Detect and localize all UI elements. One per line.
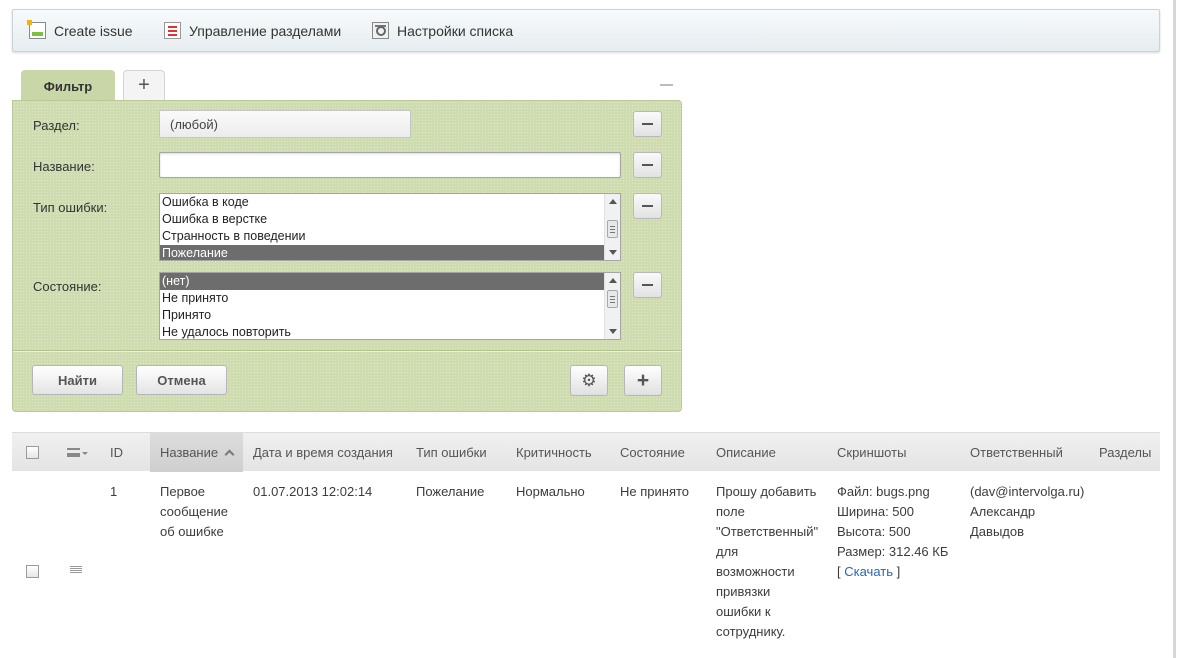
responsible-email: (dav@intervolga.ru) bbox=[970, 484, 1085, 499]
cell-name: Первое сообщение об ошибке bbox=[160, 482, 228, 542]
bug-type-label: Тип ошибки: bbox=[33, 200, 108, 215]
create-issue-button[interactable]: Create issue bbox=[27, 20, 133, 39]
list-settings-label: Настройки списка bbox=[397, 22, 514, 39]
column-header-responsible[interactable]: Ответственный bbox=[970, 433, 1063, 472]
cell-name-line: Первое bbox=[160, 484, 206, 499]
column-header-criticality[interactable]: Критичность bbox=[516, 433, 592, 472]
list-settings-button[interactable]: Настройки списка bbox=[372, 22, 513, 39]
manage-sections-button[interactable]: Управление разделами bbox=[164, 22, 341, 39]
remove-state-field-button[interactable] bbox=[633, 272, 662, 298]
state-label: Состояние: bbox=[33, 279, 102, 294]
cell-description-line: поле bbox=[716, 504, 745, 519]
cell-description-line: Прошу добавить bbox=[716, 484, 817, 499]
scroll-up-icon[interactable] bbox=[609, 199, 617, 204]
column-header-name-label: Название bbox=[160, 445, 219, 460]
column-header-state[interactable]: Состояние bbox=[620, 433, 685, 472]
column-header-name[interactable]: Название bbox=[150, 433, 243, 472]
remove-name-field-button[interactable] bbox=[633, 152, 662, 178]
list-option[interactable]: Не удалось повторить bbox=[160, 324, 604, 339]
screenshot-width: Ширина: 500 bbox=[837, 504, 914, 519]
responsible-last-name: Давыдов bbox=[970, 524, 1025, 539]
cell-description-line: для bbox=[716, 544, 739, 559]
list-option[interactable]: Ошибка в коде bbox=[160, 194, 604, 211]
cell-description-line: возможности bbox=[716, 564, 795, 579]
column-header-created[interactable]: Дата и время создания bbox=[253, 433, 393, 472]
cell-description-line: привязки bbox=[716, 584, 771, 599]
name-input[interactable] bbox=[159, 152, 621, 178]
section-select[interactable]: (любой) bbox=[159, 110, 411, 138]
collapse-filter-icon[interactable] bbox=[660, 84, 673, 86]
scrollbar[interactable] bbox=[604, 194, 620, 260]
cell-description-line: "Ответственный" bbox=[716, 524, 819, 539]
add-filter-field-button[interactable]: + bbox=[624, 365, 662, 396]
chevron-down-icon[interactable] bbox=[82, 452, 88, 455]
column-header-screenshots[interactable]: Скриншоты bbox=[837, 433, 906, 472]
cell-criticality: Нормально bbox=[516, 484, 585, 499]
cell-description-line: ошибки к bbox=[716, 604, 771, 619]
screenshot-height: Высота: 500 bbox=[837, 524, 911, 539]
filter-panel: Раздел: (любой) Название: Тип ошибки: Ош… bbox=[12, 100, 682, 412]
page-right-border bbox=[1173, 0, 1176, 658]
tab-filter[interactable]: Фильтр bbox=[21, 70, 115, 102]
gear-icon: ⚙ bbox=[581, 370, 597, 390]
manage-sections-label: Управление разделами bbox=[189, 22, 342, 39]
column-header-bug-type[interactable]: Тип ошибки bbox=[416, 433, 487, 472]
state-listbox[interactable]: (нет) Не принято Принято Не удалось повт… bbox=[159, 272, 621, 340]
cell-name-line: сообщение bbox=[160, 504, 229, 519]
row-actions-icon[interactable] bbox=[70, 566, 82, 575]
grid-header: ID Название Дата и время создания Тип ош… bbox=[12, 432, 1160, 472]
section-label: Раздел: bbox=[33, 118, 80, 133]
bug-type-listbox[interactable]: Ошибка в коде Ошибка в верстке Странност… bbox=[159, 193, 621, 261]
divider bbox=[13, 350, 681, 351]
list-settings-icon bbox=[372, 22, 389, 39]
responsible-first-name: Александр bbox=[970, 504, 1036, 519]
cell-screenshots: Файл: bugs.png Ширина: 500 Высота: 500 Р… bbox=[837, 482, 948, 582]
bracket-close: ] bbox=[892, 564, 901, 579]
cell-bug-type: Пожелание bbox=[416, 484, 485, 499]
row-checkbox[interactable] bbox=[26, 565, 39, 578]
screenshot-size: Размер: 312.46 КБ bbox=[837, 544, 949, 559]
cancel-button[interactable]: Отмена bbox=[136, 365, 227, 395]
remove-section-field-button[interactable] bbox=[633, 111, 662, 137]
scroll-thumb[interactable] bbox=[607, 290, 618, 308]
column-menu-icon[interactable] bbox=[67, 448, 80, 457]
column-header-description[interactable]: Описание bbox=[716, 433, 776, 472]
select-all-checkbox[interactable] bbox=[26, 446, 39, 459]
list-option[interactable]: Не принято bbox=[160, 290, 604, 307]
list-option[interactable]: Принято bbox=[160, 307, 604, 324]
filter-settings-button[interactable]: ⚙ bbox=[570, 365, 608, 396]
cell-description-line: сотруднику. bbox=[716, 624, 786, 639]
list-option-selected[interactable]: (нет) bbox=[160, 273, 604, 290]
column-header-id[interactable]: ID bbox=[110, 433, 123, 472]
scroll-thumb[interactable] bbox=[607, 220, 618, 238]
remove-bug-type-field-button[interactable] bbox=[633, 193, 662, 219]
scroll-up-icon[interactable] bbox=[609, 278, 617, 283]
download-link[interactable]: Скачать bbox=[844, 564, 893, 579]
sort-ascending-icon bbox=[224, 449, 235, 460]
cell-id: 1 bbox=[110, 484, 118, 499]
sections-list-icon bbox=[164, 22, 181, 39]
cell-description: Прошу добавить поле "Ответственный" для … bbox=[716, 482, 818, 642]
toolbar: Create issue Управление разделами Настро… bbox=[12, 9, 1160, 52]
name-label: Название: bbox=[33, 159, 95, 174]
screenshot-file: Файл: bugs.png bbox=[837, 484, 930, 499]
create-issue-icon bbox=[27, 20, 46, 39]
add-filter-tab-button[interactable]: + bbox=[123, 70, 165, 100]
column-header-sections[interactable]: Разделы bbox=[1099, 433, 1151, 472]
scroll-down-icon[interactable] bbox=[609, 329, 617, 334]
screenshot-download: [ Скачать ] bbox=[837, 562, 948, 582]
list-option-selected[interactable]: Пожелание bbox=[160, 245, 604, 260]
create-issue-label: Create issue bbox=[54, 22, 133, 39]
cell-state: Не принято bbox=[620, 484, 690, 499]
find-button[interactable]: Найти bbox=[32, 365, 123, 395]
cell-name-line: об ошибке bbox=[160, 524, 224, 539]
cell-created: 01.07.2013 12:02:14 bbox=[253, 484, 373, 499]
scrollbar[interactable] bbox=[604, 273, 620, 339]
list-option[interactable]: Ошибка в верстке bbox=[160, 211, 604, 228]
list-option[interactable]: Странность в поведении bbox=[160, 228, 604, 245]
scroll-down-icon[interactable] bbox=[609, 250, 617, 255]
cell-responsible: (dav@intervolga.ru) Александр Давыдов bbox=[970, 482, 1084, 542]
